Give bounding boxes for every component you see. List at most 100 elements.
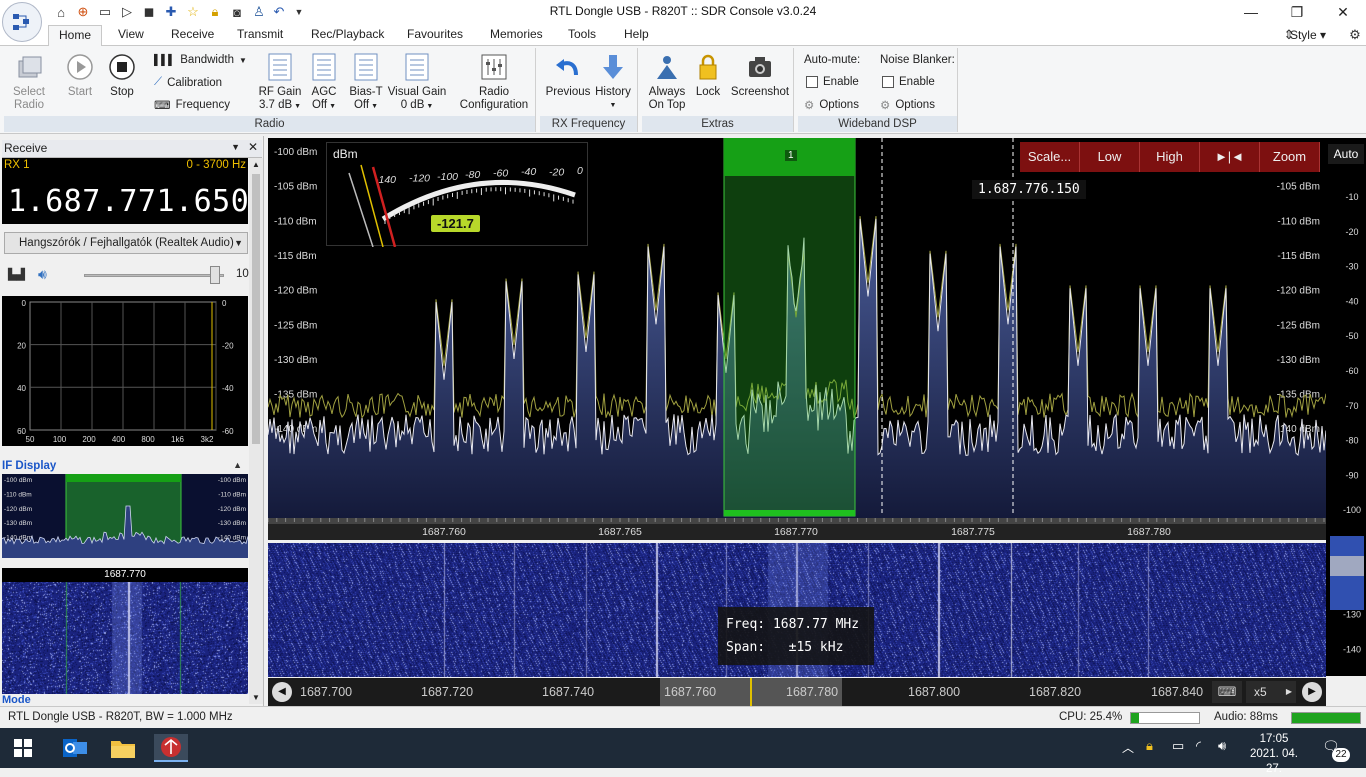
scroll-left-icon[interactable]: ◀ [272,682,292,702]
automute-enable-checkbox[interactable]: Enable [806,76,859,88]
minimize-button[interactable]: — [1228,0,1274,24]
center-button[interactable]: ►|◄ [1200,142,1260,172]
spectrum-left-scale-label: -135 dBm [274,390,317,401]
scroll-up-icon[interactable]: ▲ [252,160,260,169]
rx-label: RX 1 [4,159,30,171]
spectrum-display[interactable]: -100 dBm -105 dBm -110 dBm -115 dBm -120 dBm… [268,138,1326,518]
tray-clock[interactable]: 17:05 2021. 04. 27. [1244,732,1304,777]
axis-label: 1687.775 [951,526,995,538]
scroll-right-icon[interactable]: ▶ [1302,682,1322,702]
tab-receive[interactable]: Receive [171,27,214,41]
previous-button[interactable]: Previous [544,52,592,99]
low-button[interactable]: Low [1080,142,1140,172]
tray-battery-icon[interactable]: ▭ [1172,738,1184,754]
always-on-top-button[interactable]: Always On Top [644,52,690,112]
outlook-icon[interactable] [58,734,92,762]
auto-button[interactable]: Auto [1328,144,1364,164]
scroll-down-icon[interactable]: ▼ [252,693,260,702]
equalizer-icon[interactable]: ▙▟ [8,268,25,281]
speaker-icon[interactable]: 🔊︎ [38,266,47,283]
zoom-button[interactable]: Zoom [1260,142,1320,172]
list-icon [309,52,339,82]
radio-configuration-button[interactable]: Radio Configuration [456,52,532,112]
if-display-title: IF Display [2,460,57,472]
file-explorer-icon[interactable] [106,734,140,762]
volume-slider-thumb[interactable] [210,266,220,284]
bandwidth-button[interactable]: ▌▌▌ Bandwidth ▼ [154,54,247,66]
tab-transmit[interactable]: Transmit [237,27,283,41]
if-scale-label: -110 dBm [4,491,32,498]
tray-chevron-up-icon[interactable]: ︿ [1122,739,1134,756]
keyboard-icon[interactable]: ⌨ [1212,681,1242,703]
tuning-strip[interactable]: ◀ 1687.700 1687.720 1687.740 1687.760 16… [268,678,1326,706]
tray-wifi-icon[interactable]: ◜ [1196,738,1201,754]
lock-button[interactable]: Lock [692,52,724,99]
level-scale-bar[interactable]: -10-20-30-40-50-60-70-80-90-100-110-120-… [1326,138,1366,689]
tab-favourites[interactable]: Favourites [407,27,463,41]
if-display-header[interactable]: IF Display ▲ [2,460,246,474]
history-label: History [595,86,631,98]
automute-options-button[interactable]: ⚙ Options [804,98,859,112]
camera-icon [745,52,775,82]
group-radio: Select Radio Start Stop ▌▌▌ Bandwidth ▼ ⟋ C… [4,48,536,132]
collapse-icon[interactable]: ▲ [233,460,242,470]
clock-date: 2021. 04. 27. [1250,748,1298,775]
panel-close-icon[interactable]: ✕ [248,140,258,154]
if-waterfall[interactable] [2,582,248,694]
checkbox-box [882,76,894,88]
clock-time: 17:05 [1259,733,1289,745]
chevron-down-icon: ▼ [609,102,617,109]
start-button[interactable]: Start [60,52,100,99]
scrollbar-thumb[interactable] [252,174,260,444]
tab-memories[interactable]: Memories [490,27,543,41]
rx-frequency[interactable]: 1.687.771.650 [8,184,249,219]
volume-slider-track[interactable] [84,274,224,277]
tray-volume-icon[interactable]: 🔊︎ [1218,738,1226,754]
windows-start-icon[interactable] [6,734,40,762]
sdr-console-icon[interactable] [154,734,188,762]
select-radio-button[interactable]: Select Radio [8,52,50,112]
tab-tools[interactable]: Tools [568,27,596,41]
tab-home[interactable]: Home [48,25,103,47]
keyboard-icon: ⌨ [154,100,171,112]
panel-dropdown-icon[interactable]: ▼ [231,142,240,152]
tray-lock-icon[interactable]: 🔒︎ [1146,738,1153,754]
noise-blanker-options-button[interactable]: ⚙ Options [880,98,935,112]
screenshot-button[interactable]: Screenshot [728,52,792,99]
level-scale-svg: -10-20-30-40-50-60-70-80-90-100-110-120-… [1330,192,1364,689]
app-menu-button[interactable] [2,2,42,42]
mode-header[interactable]: Mode [2,694,246,706]
level-label: -130 [1343,610,1361,620]
audio-device-select[interactable]: Hangszórók / Fejhallgatók (Realtek Audio… [4,232,248,254]
list-icon [351,52,381,82]
audio-graph-svg: 02040600-20-40-6050 100 200 400 800 1k6 3k2 [17,299,234,444]
rf-gain-button[interactable]: RF Gain 3.7 dB ▼ [254,52,306,113]
level-range-handle[interactable] [1330,556,1364,576]
tab-help[interactable]: Help [624,27,649,41]
frequency-button[interactable]: ⌨ Frequency [154,98,230,112]
style-menu[interactable]: Style ▾ [1290,28,1326,42]
bias-t-button[interactable]: Bias-T Off ▼ [346,52,386,113]
high-button[interactable]: High [1140,142,1200,172]
noise-blanker-enable-checkbox[interactable]: Enable [882,76,935,88]
tab-rec-playback[interactable]: Rec/Playback [311,27,384,41]
settings-gear-icon[interactable]: ⚙ [1346,26,1364,44]
history-button[interactable]: History ▼ [592,52,634,112]
visual-gain-button[interactable]: Visual Gain 0 dB ▼ [386,52,448,113]
filter-passband[interactable] [723,138,856,517]
left-panel-scrollbar[interactable]: ▲ ▼ [249,158,263,704]
waterfall-display[interactable]: Freq: 1687.77 MHz Span: ±15 kHz [268,543,1326,677]
agc-button[interactable]: AGC Off ▼ [304,52,344,113]
stop-button[interactable]: Stop [102,52,142,99]
maximize-button[interactable]: ❐ [1274,0,1320,24]
scale-button[interactable]: Scale... [1020,142,1080,172]
bias-t-label: Bias-T [349,86,383,98]
close-button[interactable]: ✕ [1320,0,1366,24]
noise-blanker-options-label: Options [895,99,935,111]
radio-device-icon [14,52,44,82]
if-display[interactable]: -100 dBm -110 dBm -120 dBm -130 dBm -140 dBm… [2,474,248,558]
zoom-select[interactable]: x5 ▶ [1246,681,1296,703]
calibration-button[interactable]: ⟋ Calibration [154,76,222,89]
meter-scale-label: -40 [521,166,536,178]
tab-view[interactable]: View [118,27,144,41]
